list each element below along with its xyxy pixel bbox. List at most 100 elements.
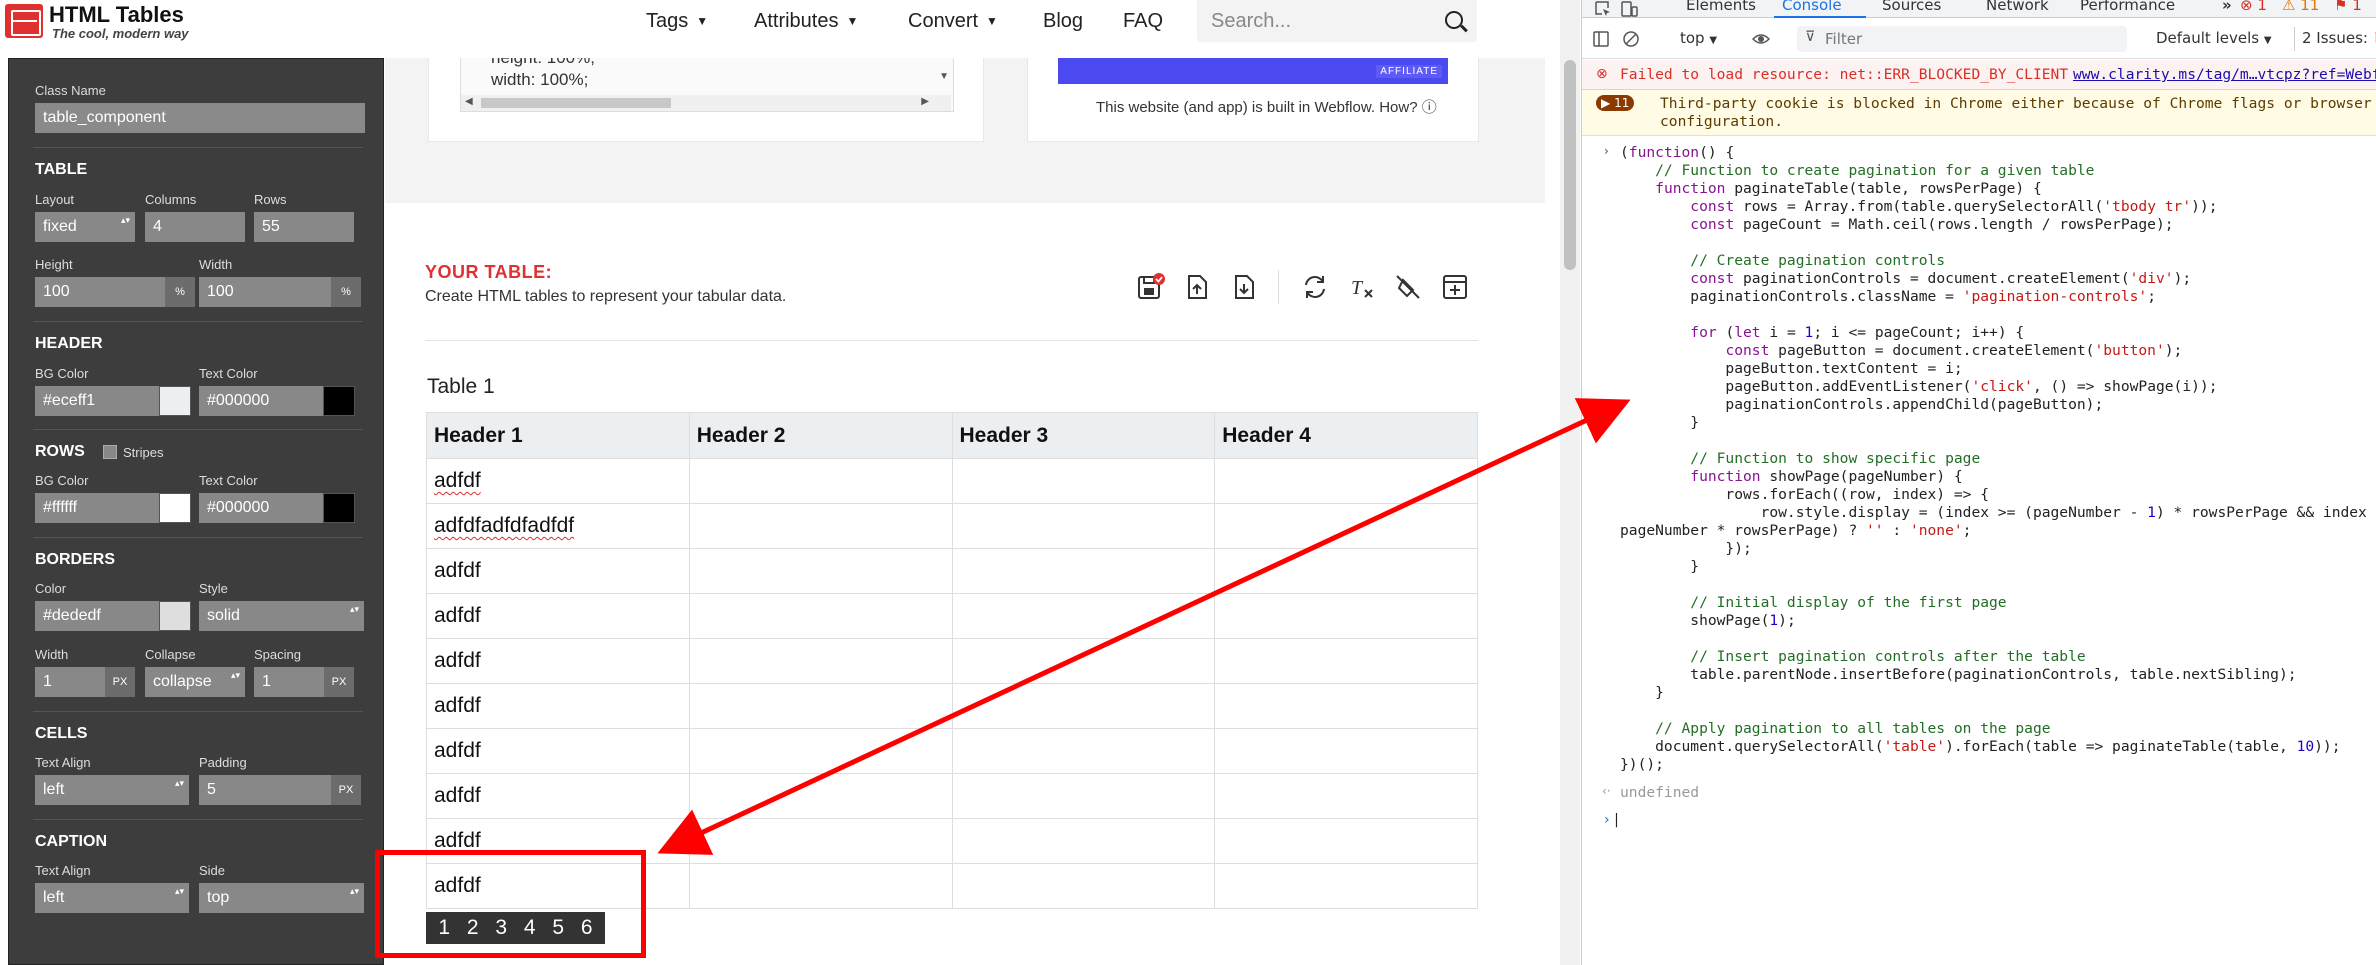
save-icon[interactable] [1135, 272, 1165, 302]
border-collapse-select[interactable]: collapse [145, 667, 245, 697]
table-cell[interactable]: adfdf [426, 728, 690, 774]
table-cell[interactable] [951, 773, 1216, 819]
table-cell[interactable] [951, 728, 1216, 774]
warning-group-badge[interactable]: ▶ 11 [1596, 95, 1635, 111]
height-input[interactable]: 100 [35, 277, 165, 307]
inspect-icon[interactable] [1594, 0, 1612, 18]
table-cell[interactable]: adfdf [426, 683, 690, 729]
caption-align-select[interactable]: left [35, 883, 189, 913]
width-input[interactable]: 100 [199, 277, 331, 307]
cells-align-select[interactable]: left [35, 775, 189, 805]
table-cell[interactable] [688, 773, 953, 819]
table-cell[interactable]: adfdfadfdfadfdf [426, 503, 690, 549]
filter-input[interactable]: ⊽ Filter [1797, 26, 2127, 52]
rows-text-swatch[interactable] [323, 493, 355, 523]
header-cell[interactable]: Header 3 [951, 412, 1216, 459]
rows-text-input[interactable]: #000000 [199, 493, 323, 523]
nav-tags[interactable]: Tags ▼ [646, 10, 708, 33]
class-name-input[interactable]: table_component [35, 103, 365, 133]
header-text-input[interactable]: #000000 [199, 386, 323, 416]
table-cell[interactable]: adfdf [426, 458, 690, 504]
paint-off-icon[interactable] [1393, 272, 1423, 302]
scroll-down-icon[interactable]: ▼ [939, 71, 949, 82]
table-cell[interactable] [688, 548, 953, 594]
context-select[interactable]: top ▼ [1680, 29, 1717, 47]
tab-network[interactable]: Network [1986, 0, 2049, 14]
clear-console-icon[interactable] [1622, 30, 1640, 48]
cells-padding-input[interactable]: 5 [199, 775, 331, 805]
tab-elements[interactable]: Elements [1686, 0, 1756, 14]
tab-sources[interactable]: Sources [1882, 0, 1941, 14]
add-box-icon[interactable] [1440, 272, 1470, 302]
table-cell[interactable] [1214, 818, 1478, 864]
table-cell[interactable] [1214, 773, 1478, 819]
table-cell[interactable] [688, 503, 953, 549]
table-cell[interactable]: adfdf [426, 638, 690, 684]
tab-performance[interactable]: Performance [2080, 0, 2175, 14]
table-cell[interactable] [688, 458, 953, 504]
stripes-checkbox[interactable] [103, 445, 117, 459]
header-cell[interactable]: Header 1 [426, 412, 690, 459]
header-cell[interactable]: Header 4 [1214, 412, 1478, 459]
table-cell[interactable] [951, 863, 1216, 909]
horizontal-scrollbar[interactable]: ◀ ▶ [461, 95, 951, 111]
table-cell[interactable] [1214, 683, 1478, 729]
table-cell[interactable] [688, 863, 953, 909]
scrollbar-thumb[interactable] [481, 98, 671, 108]
table-cell[interactable] [951, 638, 1216, 684]
table-cell[interactable] [951, 458, 1216, 504]
affiliate-banner[interactable]: AFFILIATE [1058, 58, 1448, 84]
table-cell[interactable] [1214, 503, 1478, 549]
nav-attributes[interactable]: Attributes ▼ [754, 10, 858, 33]
nav-convert[interactable]: Convert ▼ [908, 10, 998, 33]
table-cell[interactable] [1214, 548, 1478, 594]
table-cell[interactable] [688, 818, 953, 864]
header-bg-input[interactable]: #eceff1 [35, 386, 159, 416]
eye-icon[interactable] [1752, 30, 1770, 48]
upload-icon[interactable] [1182, 272, 1212, 302]
search-input[interactable]: Search... [1197, 0, 1477, 42]
issues-count[interactable]: ⚑ 1 [2334, 0, 2362, 14]
table-cell[interactable]: adfdf [426, 773, 690, 819]
scroll-right-icon[interactable]: ▶ [921, 96, 929, 107]
table-caption[interactable]: Table 1 [427, 375, 495, 399]
header-bg-swatch[interactable] [159, 386, 191, 416]
rows-input[interactable]: 55 [254, 212, 354, 242]
table-cell[interactable] [951, 548, 1216, 594]
error-source-link[interactable]: www.clarity.ms/tag/m…vtcpz?ref=Webfl [2073, 66, 2376, 84]
table-cell[interactable] [1214, 458, 1478, 504]
error-count[interactable]: ⊗ 1 [2240, 0, 2267, 14]
table-cell[interactable] [1214, 863, 1478, 909]
rows-bg-input[interactable]: #ffffff [35, 493, 159, 523]
header-cell[interactable]: Header 2 [688, 412, 953, 459]
border-width-input[interactable]: 1 [35, 667, 105, 697]
table-cell[interactable] [951, 683, 1216, 729]
device-toolbar-icon[interactable] [1620, 0, 1638, 18]
border-style-select[interactable]: solid [199, 601, 364, 631]
search-icon[interactable] [1445, 11, 1463, 29]
more-tabs-icon[interactable]: » [2222, 0, 2232, 14]
table-cell[interactable] [688, 638, 953, 684]
table-cell[interactable] [688, 728, 953, 774]
table-cell[interactable] [1214, 728, 1478, 774]
page-scrollbar[interactable] [1560, 0, 1580, 965]
table-cell[interactable] [688, 593, 953, 639]
scrollbar-thumb[interactable] [1564, 60, 1576, 270]
table-cell[interactable]: adfdf [426, 548, 690, 594]
expand-arrow-icon[interactable]: › [1604, 144, 1609, 158]
border-color-swatch[interactable] [159, 601, 191, 631]
caption-side-select[interactable]: top [199, 883, 364, 913]
warning-count[interactable]: ⚠ 11 [2282, 0, 2319, 14]
scroll-left-icon[interactable]: ◀ [465, 96, 473, 107]
layout-select[interactable]: fixed [35, 212, 135, 242]
download-icon[interactable] [1229, 272, 1259, 302]
header-text-swatch[interactable] [323, 386, 355, 416]
tab-console[interactable]: Console [1782, 0, 1842, 14]
table-cell[interactable] [951, 503, 1216, 549]
clear-format-icon[interactable]: T [1347, 272, 1377, 302]
sidebar-toggle-icon[interactable] [1592, 30, 1610, 48]
log-levels-select[interactable]: Default levels ▼ [2156, 29, 2272, 47]
nav-blog[interactable]: Blog [1043, 10, 1083, 33]
table-cell[interactable] [688, 683, 953, 729]
table-cell[interactable] [1214, 638, 1478, 684]
